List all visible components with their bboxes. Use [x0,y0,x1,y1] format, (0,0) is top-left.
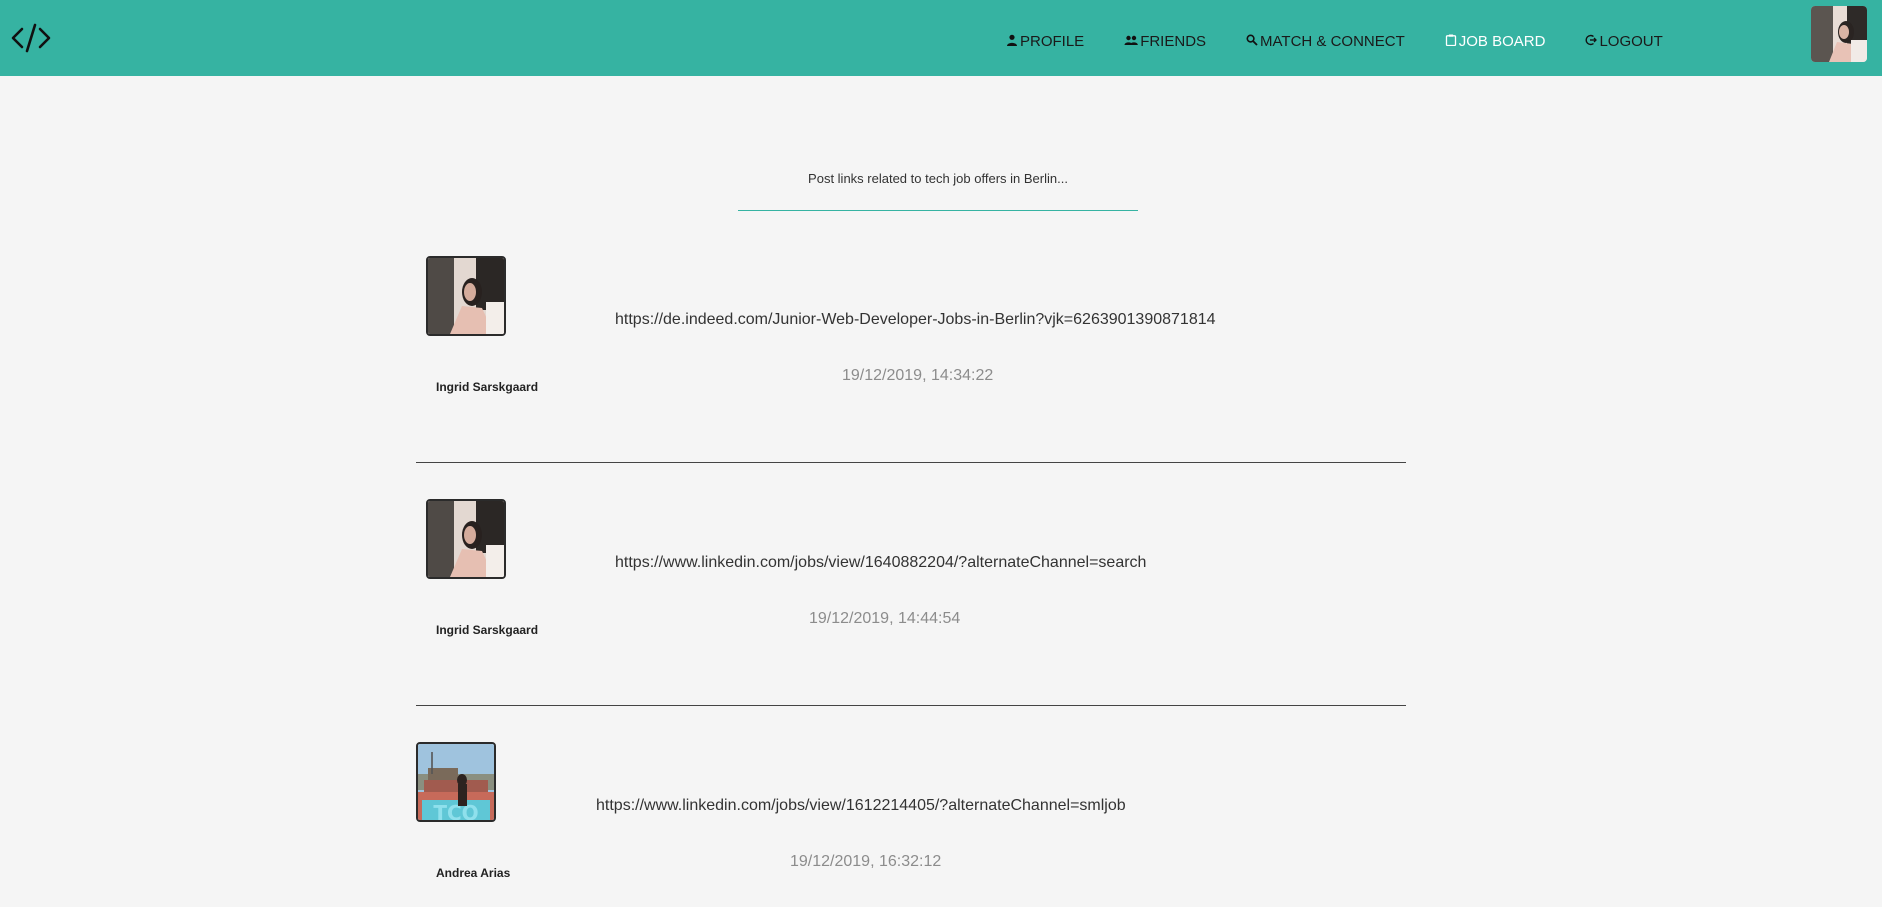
nav-label-logout: LOGOUT [1599,33,1663,50]
post-author-name[interactable]: Andrea Arias [436,866,510,880]
person-icon [1006,33,1020,50]
author-avatar[interactable] [426,499,506,579]
user-avatar[interactable] [1811,6,1867,62]
top-navbar: PROFILE FRIENDS MATCH & CONNECT JOB BOAR… [0,0,1882,76]
post-job-link[interactable]: https://www.linkedin.com/jobs/view/16122… [596,797,1126,815]
nav-item-job-board[interactable]: JOB BOARD [1445,33,1546,50]
nav-item-friends[interactable]: FRIENDS [1124,33,1206,50]
post-link-input[interactable] [738,146,1138,211]
nav-links: PROFILE FRIENDS MATCH & CONNECT JOB BOAR… [1006,33,1703,50]
nav-item-logout[interactable]: LOGOUT [1585,33,1663,50]
nav-label-profile: PROFILE [1020,33,1085,50]
clipboard-icon [1445,33,1459,50]
post-timestamp: 19/12/2019, 14:34:22 [842,367,994,384]
nav-label-match-connect: MATCH & CONNECT [1260,33,1405,50]
people-icon [1124,33,1140,50]
post-timestamp: 19/12/2019, 14:44:54 [809,610,961,627]
post-job-link[interactable]: https://de.indeed.com/Junior-Web-Develop… [615,311,1216,329]
code-logo-icon[interactable] [10,20,52,56]
post-divider [416,705,1406,706]
logout-icon [1585,33,1599,50]
post-item: Ingrid Sarskgaard https://de.indeed.com/… [416,256,1406,396]
author-avatar[interactable] [426,256,506,336]
post-item: Ingrid Sarskgaard https://www.linkedin.c… [416,499,1406,639]
nav-label-job-board: JOB BOARD [1458,33,1546,50]
svg-text:TCO: TCO [433,801,478,820]
post-author-name[interactable]: Ingrid Sarskgaard [436,380,538,394]
search-icon [1246,33,1260,50]
nav-label-friends: FRIENDS [1140,33,1207,50]
post-item: TCO Andrea Arias https://www.linkedin.co… [416,742,1406,907]
post-job-link[interactable]: https://www.linkedin.com/jobs/view/16408… [615,554,1146,572]
post-author-name[interactable]: Ingrid Sarskgaard [436,623,538,637]
post-divider [416,462,1406,463]
nav-item-profile[interactable]: PROFILE [1006,33,1084,50]
nav-item-match-connect[interactable]: MATCH & CONNECT [1246,33,1405,50]
post-timestamp: 19/12/2019, 16:32:12 [790,853,942,870]
author-avatar[interactable]: TCO [416,742,496,822]
